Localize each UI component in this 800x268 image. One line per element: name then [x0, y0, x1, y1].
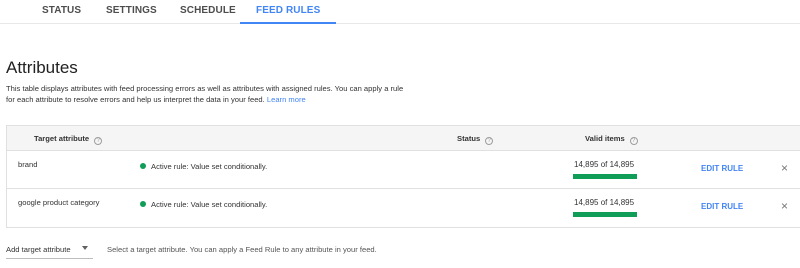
edit-rule-button[interactable]: EDIT RULE	[701, 202, 743, 211]
valid-items-bar	[573, 174, 637, 179]
dropdown-caret-icon	[82, 246, 88, 250]
tab-schedule[interactable]: SCHEDULE	[180, 5, 236, 16]
tab-bar: STATUS SETTINGS SCHEDULE FEED RULES	[0, 0, 800, 24]
active-tab-indicator	[240, 22, 336, 24]
page-title: Attributes	[6, 58, 78, 77]
learn-more-link[interactable]: Learn more	[267, 95, 306, 104]
header-label: Status	[457, 134, 481, 143]
description-text: This table displays attributes with feed…	[6, 84, 404, 104]
table-row: brand Active rule: Value set conditional…	[7, 151, 800, 189]
attribute-name: brand	[18, 160, 38, 169]
valid-items-count: 14,895 of 14,895	[574, 160, 635, 169]
active-status-dot-icon	[140, 163, 146, 169]
status-text: Active rule: Value set conditionally.	[151, 162, 268, 171]
valid-items-bar-fill	[573, 174, 637, 179]
remove-close-icon[interactable]: ×	[781, 162, 788, 174]
active-status-dot-icon	[140, 201, 146, 207]
header-status: Status?	[457, 134, 494, 145]
status-text: Active rule: Value set conditionally.	[151, 200, 268, 209]
valid-items-bar	[573, 212, 637, 217]
tab-status[interactable]: STATUS	[42, 5, 81, 16]
attributes-table: Target attribute? Status? Valid items? b…	[6, 125, 800, 228]
help-icon[interactable]: ?	[94, 137, 103, 145]
header-label: Valid items	[585, 134, 625, 143]
table-row: google product category Active rule: Val…	[7, 189, 800, 227]
rule-status: Active rule: Value set conditionally.	[140, 200, 267, 209]
header-valid-items: Valid items?	[585, 134, 638, 145]
remove-close-icon[interactable]: ×	[781, 200, 788, 212]
help-icon[interactable]: ?	[485, 137, 494, 145]
header-label: Target attribute	[34, 134, 90, 143]
add-target-attribute-dropdown[interactable]: Add target attribute	[6, 245, 93, 259]
rule-status: Active rule: Value set conditionally.	[140, 162, 267, 171]
section-description: This table displays attributes with feed…	[6, 83, 406, 105]
valid-items-bar-fill	[573, 212, 637, 217]
add-attribute-hint: Select a target attribute. You can apply…	[107, 245, 377, 254]
tab-settings[interactable]: SETTINGS	[106, 5, 157, 16]
valid-items-count: 14,895 of 14,895	[574, 198, 635, 207]
table-header: Target attribute? Status? Valid items?	[7, 126, 800, 151]
attribute-name: google product category	[18, 198, 100, 207]
tab-feed-rules[interactable]: FEED RULES	[256, 5, 320, 16]
header-target-attribute: Target attribute?	[34, 134, 103, 145]
add-target-attribute-label: Add target attribute	[6, 245, 71, 254]
help-icon[interactable]: ?	[629, 137, 638, 145]
edit-rule-button[interactable]: EDIT RULE	[701, 164, 743, 173]
